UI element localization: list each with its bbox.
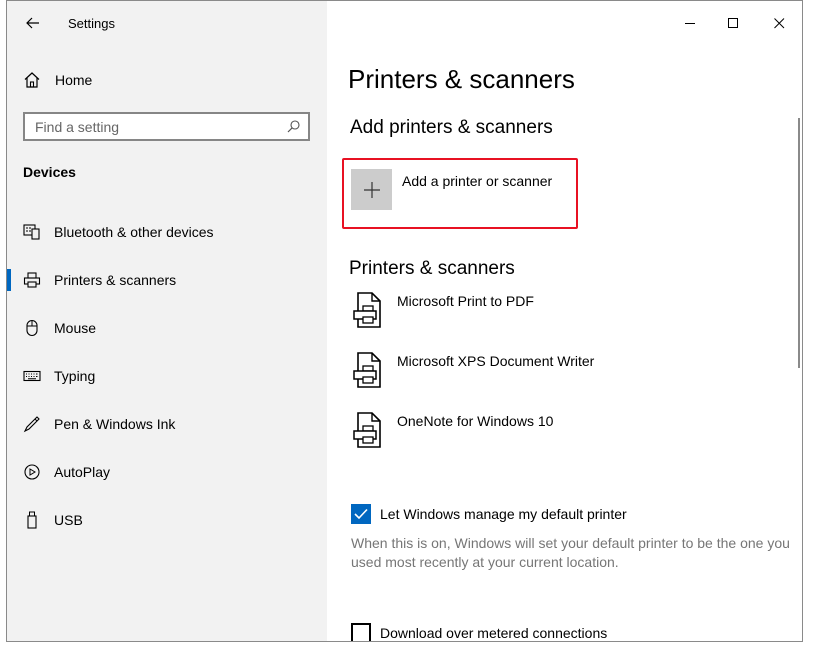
sidebar-item-label: Typing (54, 368, 96, 384)
printer-document-icon (353, 412, 381, 448)
search-icon (287, 120, 300, 133)
default-printer-checkbox-row[interactable]: Let Windows manage my default printer (351, 503, 627, 525)
default-printer-label: Let Windows manage my default printer (380, 506, 627, 522)
list-item[interactable]: Microsoft Print to PDF (349, 288, 789, 348)
sidebar-item-typing[interactable]: Typing (7, 352, 327, 400)
back-button[interactable] (17, 9, 49, 37)
list-item[interactable]: Microsoft XPS Document Writer (349, 348, 789, 408)
sidebar-item-label: Pen & Windows Ink (54, 416, 176, 432)
home-label: Home (55, 72, 93, 88)
sidebar: Settings Home Devices Bluetooth & other … (7, 1, 327, 641)
printers-list: Microsoft Print to PDF Microsoft XPS Doc… (349, 288, 789, 468)
mouse-icon (23, 319, 41, 337)
home-nav-item[interactable]: Home (23, 68, 92, 92)
default-printer-description: When this is on, Windows will set your d… (351, 535, 790, 570)
printers-list-title: Printers & scanners (349, 258, 515, 279)
app-title: Settings (68, 16, 115, 31)
sidebar-item-pen[interactable]: Pen & Windows Ink (7, 400, 327, 448)
bluetooth-devices-icon (23, 223, 41, 241)
sidebar-item-label: AutoPlay (54, 464, 111, 480)
printer-name: Microsoft Print to PDF (397, 293, 534, 309)
sidebar-item-printers[interactable]: Printers & scanners (7, 256, 327, 304)
printer-document-icon (353, 292, 381, 328)
sidebar-item-usb[interactable]: USB (7, 496, 327, 544)
scrollbar[interactable] (798, 118, 800, 368)
home-icon (24, 72, 40, 88)
metered-label: Download over metered connections (380, 625, 608, 641)
nav-list: Bluetooth & other devices Printers & sca… (7, 208, 327, 544)
sidebar-item-label: USB (54, 512, 83, 528)
search-box[interactable] (23, 112, 310, 141)
add-printer-button[interactable]: Add a printer or scanner (342, 158, 578, 229)
main-content: Printers & scanners Add printers & scann… (327, 1, 802, 641)
autoplay-icon (23, 463, 41, 481)
plus-icon (351, 169, 392, 210)
metered-checkbox[interactable] (351, 623, 371, 641)
sidebar-item-mouse[interactable]: Mouse (7, 304, 327, 352)
printer-name: Microsoft XPS Document Writer (397, 353, 595, 369)
settings-window: Settings Home Devices Bluetooth & other … (6, 0, 803, 642)
keyboard-icon (23, 367, 41, 385)
list-item[interactable]: OneNote for Windows 10 (349, 408, 789, 468)
search-input[interactable] (35, 118, 275, 135)
back-arrow-icon (26, 17, 39, 29)
section-title: Devices (23, 164, 76, 180)
add-printer-label: Add a printer or scanner (402, 173, 553, 189)
printer-document-icon (353, 352, 381, 388)
sidebar-item-label: Mouse (54, 320, 97, 336)
printer-name: OneNote for Windows 10 (397, 413, 554, 429)
page-title: Printers & scanners (348, 64, 575, 94)
pen-icon (23, 415, 41, 433)
add-section-title: Add printers & scanners (350, 117, 553, 138)
default-printer-checkbox[interactable] (351, 504, 371, 524)
sidebar-item-label: Bluetooth & other devices (54, 224, 214, 240)
sidebar-item-autoplay[interactable]: AutoPlay (7, 448, 327, 496)
checkmark-icon (354, 508, 368, 520)
metered-checkbox-row[interactable]: Download over metered connections (351, 622, 608, 641)
sidebar-item-label: Printers & scanners (54, 272, 177, 288)
sidebar-item-bluetooth[interactable]: Bluetooth & other devices (7, 208, 327, 256)
usb-icon (23, 511, 41, 529)
printer-icon (23, 271, 41, 289)
